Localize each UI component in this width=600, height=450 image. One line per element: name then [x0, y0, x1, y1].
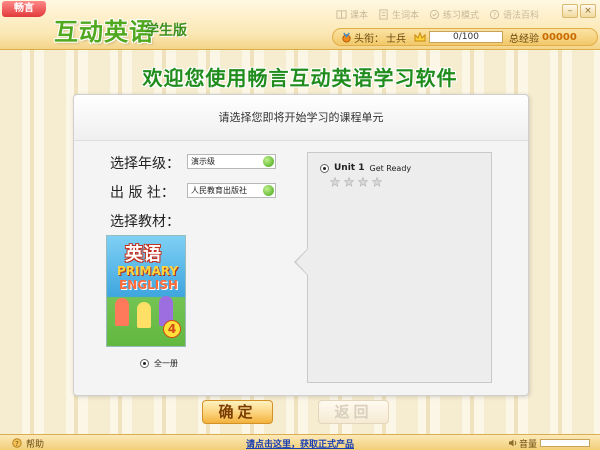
star-icon — [330, 177, 340, 187]
confirm-button[interactable]: 确定 — [202, 400, 273, 424]
app-subtitle: 学生版 — [145, 23, 187, 39]
grade-label: 选择年级： — [110, 156, 180, 172]
volume-radio[interactable] — [140, 359, 149, 368]
menu-item-label: 生词本 — [392, 11, 420, 21]
back-button[interactable]: 返回 — [318, 400, 389, 424]
unit-title: Get Ready — [369, 163, 412, 173]
unit-star-rating — [330, 177, 382, 187]
menu-item-textbook[interactable]: 课本 — [336, 8, 368, 21]
rank-value: 士兵 — [386, 33, 406, 45]
course-selection-panel: 请选择您即将开始学习的课程单元 选择年级： 演示级 出 版 社： 人民教育出版社… — [73, 94, 529, 396]
progress-text: 0/100 — [453, 32, 479, 42]
book-illustration-figure — [115, 298, 129, 326]
practice-icon — [429, 9, 440, 20]
minimize-icon: – — [567, 6, 573, 16]
menu-item-label: 课本 — [350, 11, 369, 21]
publisher-select-value: 人民教育出版社 — [191, 186, 247, 195]
unit-item[interactable]: Unit 1 Get Ready — [320, 163, 411, 173]
publisher-select[interactable]: 人民教育出版社 — [187, 183, 276, 198]
publisher-label: 出 版 社： — [110, 185, 175, 201]
grade-select[interactable]: 演示级 — [187, 154, 276, 169]
menu-item-practice[interactable]: 练习模式 — [429, 8, 479, 21]
app-logo: 畅言 — [2, 1, 46, 17]
experience-progress: 0/100 — [429, 31, 503, 43]
footer-bar: ? 帮助 请点击这里，获取正式产品 音量 — [0, 434, 600, 450]
star-icon — [358, 177, 368, 187]
star-icon — [344, 177, 354, 187]
crown-icon — [414, 31, 426, 41]
status-bar: 头衔： 士兵 0/100 总经验 00000 — [332, 28, 598, 46]
grade-select-value: 演示级 — [191, 157, 215, 166]
app-header: 畅言 互动英语 学生版 课本 生词本 练习模式 ? 语法百科 – × 头衔： 士… — [0, 0, 600, 50]
window-controls: – × — [562, 4, 596, 18]
book-icon — [336, 10, 347, 19]
unit-radio[interactable] — [320, 163, 329, 173]
book-illustration-figure — [137, 302, 151, 328]
medal-icon — [342, 32, 351, 43]
notebook-icon — [379, 9, 388, 20]
volume-slider[interactable] — [540, 439, 590, 447]
svg-text:?: ? — [493, 11, 496, 19]
volume-label: 音量 — [519, 440, 538, 450]
menu-item-grammar[interactable]: ? 语法百科 — [489, 8, 539, 21]
grammar-icon: ? — [489, 9, 500, 20]
volume-option-label: 全一册 — [154, 359, 178, 368]
close-button[interactable]: × — [580, 4, 596, 18]
textbook-cover[interactable]: 英语 PRIMARY ENGLISH 4 — [106, 235, 186, 347]
xp-label: 总经验 — [509, 33, 539, 45]
welcome-title: 欢迎您使用畅言互动英语学习软件 — [142, 66, 458, 90]
menu-item-label: 练习模式 — [443, 11, 480, 21]
unit-list: Unit 1 Get Ready — [307, 152, 492, 383]
unit-box-pointer-fill — [296, 249, 308, 275]
book-title-en1: PRIMARY — [117, 264, 179, 278]
menu-item-label: 语法百科 — [503, 11, 540, 21]
book-title-en2: ENGLISH — [119, 278, 178, 292]
dropdown-icon[interactable] — [263, 185, 274, 196]
textbook-label: 选择教材： — [110, 214, 180, 230]
close-icon: × — [584, 6, 592, 16]
dropdown-icon[interactable] — [263, 156, 274, 167]
rank-label: 头衔： — [354, 33, 384, 45]
book-grade-badge: 4 — [163, 320, 181, 338]
panel-header: 请选择您即将开始学习的课程单元 — [74, 95, 528, 141]
star-icon — [372, 177, 382, 187]
book-title-cn: 英语 — [125, 244, 161, 265]
app-title: 互动英语 — [54, 18, 154, 46]
menu-item-vocabulary[interactable]: 生词本 — [378, 8, 419, 21]
volume-icon — [509, 439, 517, 447]
top-menu: 课本 生词本 练习模式 ? 语法百科 — [336, 8, 539, 21]
minimize-button[interactable]: – — [562, 4, 578, 18]
volume-option[interactable]: 全一册 — [140, 358, 178, 369]
xp-value: 00000 — [542, 31, 577, 43]
unit-number: Unit 1 — [334, 163, 365, 173]
